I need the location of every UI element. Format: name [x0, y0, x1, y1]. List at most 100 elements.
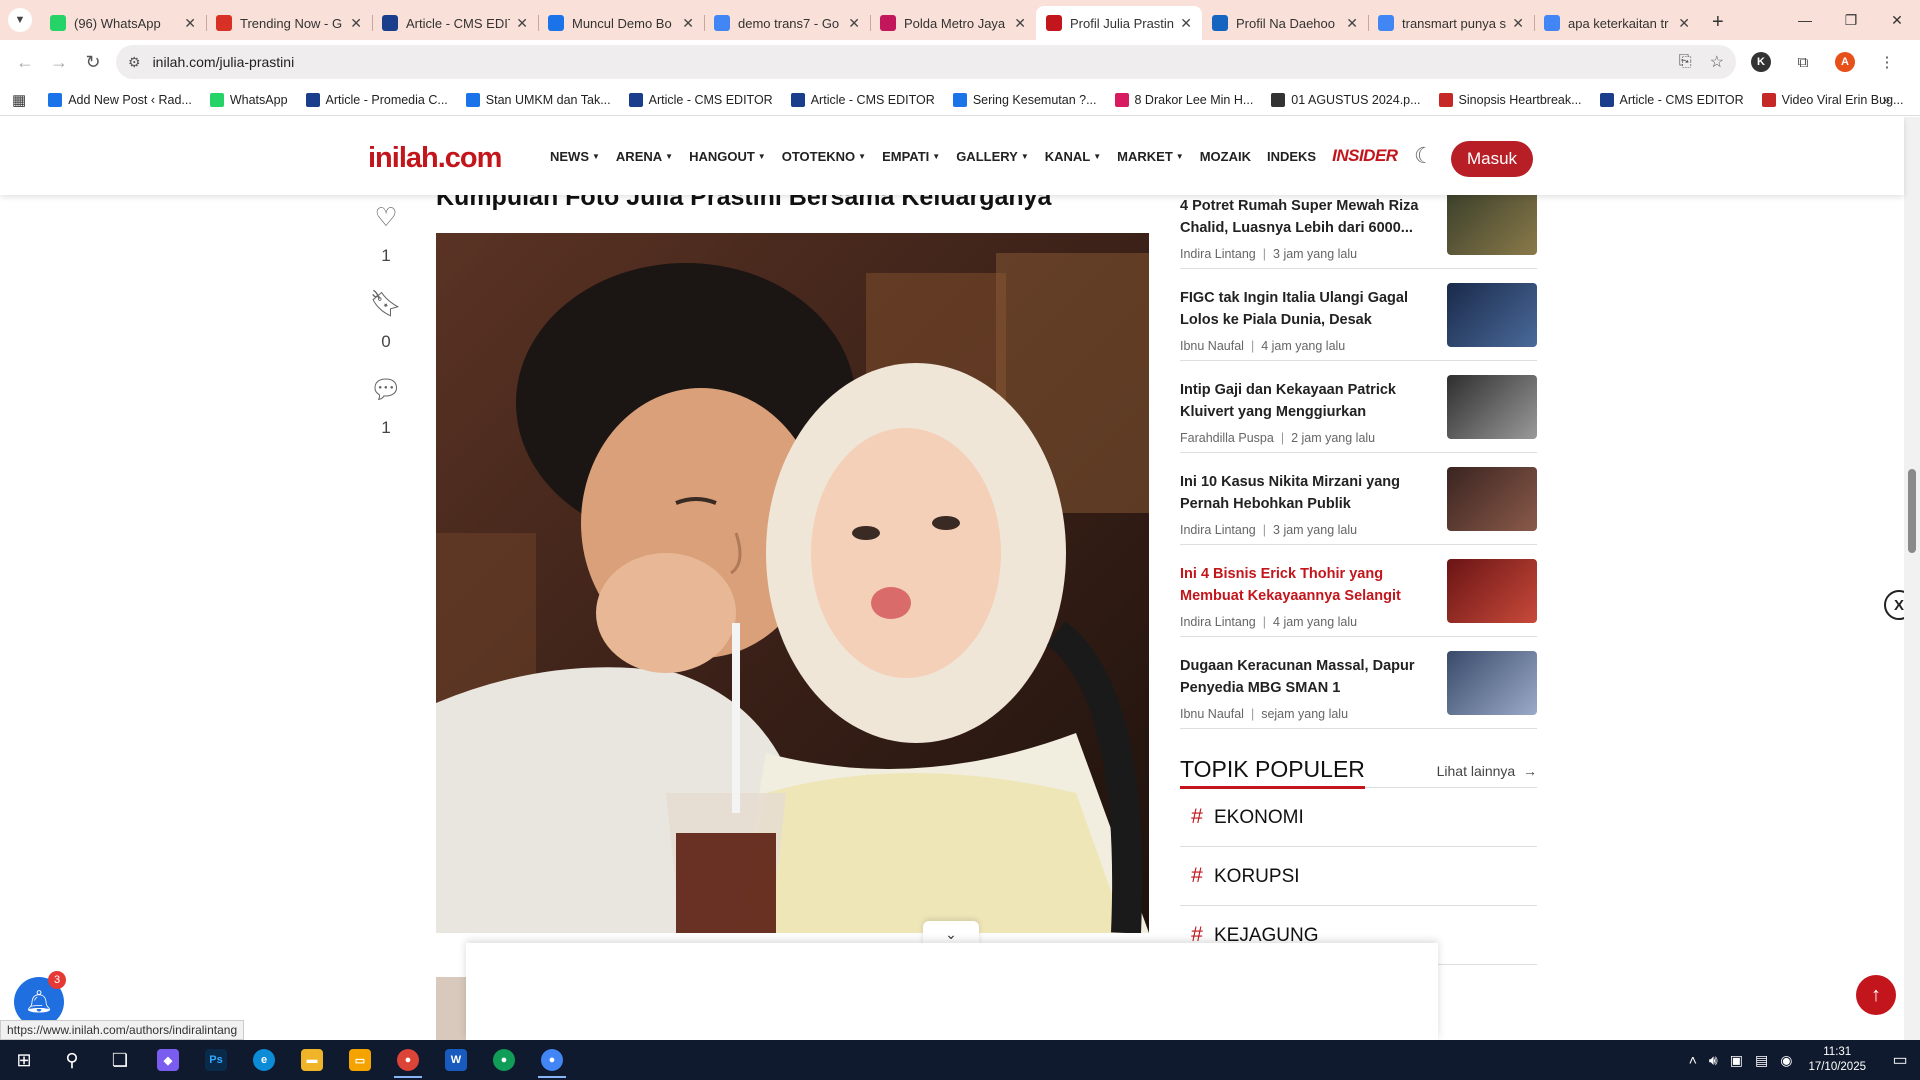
- tab-8[interactable]: transmart punya s ✕: [1368, 6, 1534, 40]
- nav-item-arena[interactable]: ARENA ▼: [616, 149, 673, 166]
- tab-5[interactable]: Polda Metro Jaya ✕: [870, 6, 1036, 40]
- network-icon[interactable]: ▣: [1730, 1052, 1743, 1069]
- tab-close-icon[interactable]: ✕: [848, 15, 860, 32]
- tab-close-icon[interactable]: ✕: [1346, 15, 1358, 32]
- apps-icon[interactable]: ▦: [12, 91, 26, 109]
- tab-close-icon[interactable]: ✕: [184, 15, 196, 32]
- volume-icon[interactable]: 🔊︎: [1709, 1052, 1718, 1069]
- news-author-link[interactable]: Ibnu Naufal: [1180, 707, 1244, 721]
- bookmark-item[interactable]: Article - Promedia C...: [305, 92, 448, 107]
- news-author-link[interactable]: Indira Lintang: [1180, 523, 1256, 537]
- tab-3[interactable]: Muncul Demo Bo ✕: [538, 6, 704, 40]
- sidebar-news-item[interactable]: Intip Gaji dan Kekayaan Patrick Kluivert…: [1180, 361, 1537, 453]
- bookmark-item[interactable]: Article - CMS EDITOR: [790, 92, 935, 107]
- bookmark-item[interactable]: Add New Post ‹ Rad...: [48, 92, 192, 107]
- display-icon[interactable]: ▤: [1755, 1052, 1768, 1069]
- maximize-button[interactable]: ❐: [1828, 0, 1874, 40]
- sidebar-news-item[interactable]: FIGC tak Ingin Italia Ulangi Gagal Lolos…: [1180, 269, 1537, 361]
- tab-close-icon[interactable]: ✕: [682, 15, 694, 32]
- nav-item-gallery[interactable]: GALLERY ▼: [956, 149, 1029, 166]
- bookmark-item[interactable]: Article - CMS EDITOR: [1599, 92, 1744, 107]
- news-title-link[interactable]: 4 Potret Rumah Super Mewah Riza Chalid, …: [1180, 195, 1430, 239]
- scrollbar-thumb[interactable]: [1908, 469, 1916, 553]
- chrome-icon[interactable]: ●: [480, 1040, 528, 1080]
- tab-0[interactable]: (96) WhatsApp ✕: [40, 6, 206, 40]
- tab-2[interactable]: Article - CMS EDIT ✕: [372, 6, 538, 40]
- bookmark-item[interactable]: 01 AGUSTUS 2024.p...: [1271, 92, 1421, 107]
- bookmarks-overflow-icon[interactable]: »: [1882, 91, 1890, 107]
- news-author-link[interactable]: Indira Lintang: [1180, 615, 1256, 629]
- tab-close-icon[interactable]: ✕: [1512, 15, 1524, 32]
- reload-button[interactable]: ↻: [76, 45, 110, 79]
- topic-item[interactable]: # KORUPSI: [1180, 847, 1537, 906]
- news-thumbnail[interactable]: [1447, 559, 1537, 623]
- profile-avatar[interactable]: A: [1828, 45, 1862, 79]
- news-title-link[interactable]: FIGC tak Ingin Italia Ulangi Gagal Lolos…: [1180, 287, 1430, 331]
- new-tab-button[interactable]: +: [1712, 11, 1724, 34]
- security-icon[interactable]: ◉: [1780, 1052, 1792, 1069]
- extension-k[interactable]: K: [1744, 45, 1778, 79]
- tab-7[interactable]: Profil Na Daehoo ✕: [1202, 6, 1368, 40]
- tab-4[interactable]: demo trans7 - Go ✕: [704, 6, 870, 40]
- bookmark-item[interactable]: Sering Kesemutan ?...: [952, 92, 1097, 107]
- back-to-top-button[interactable]: ↑: [1856, 975, 1896, 1015]
- file-explorer-icon[interactable]: ▬: [288, 1040, 336, 1080]
- tray-chevron-icon[interactable]: ˄: [1689, 1052, 1697, 1068]
- tab-1[interactable]: Trending Now - G ✕: [206, 6, 372, 40]
- photoshop-icon[interactable]: Ps: [192, 1040, 240, 1080]
- dark-mode-icon[interactable]: ☾: [1414, 143, 1434, 169]
- page-scrollbar[interactable]: [1904, 117, 1920, 1040]
- word-icon[interactable]: W: [432, 1040, 480, 1080]
- news-title-link[interactable]: Ini 4 Bisnis Erick Thohir yang Membuat K…: [1180, 563, 1430, 607]
- sidebar-news-item[interactable]: Ini 10 Kasus Nikita Mirzani yang Pernah …: [1180, 453, 1537, 545]
- address-bar[interactable]: ⚙ inilah.com/julia-prastini ⎘ ☆: [116, 45, 1736, 79]
- news-title-link[interactable]: Ini 10 Kasus Nikita Mirzani yang Pernah …: [1180, 471, 1430, 515]
- news-author-link[interactable]: Ibnu Naufal: [1180, 339, 1244, 353]
- task-view-icon[interactable]: ❏: [96, 1040, 144, 1080]
- news-thumbnail[interactable]: [1447, 651, 1537, 715]
- tab-close-icon[interactable]: ✕: [1678, 15, 1690, 32]
- news-author-link[interactable]: Indira Lintang: [1180, 247, 1256, 261]
- nav-item-indeks[interactable]: INDEKS: [1267, 149, 1316, 166]
- bookmark-item[interactable]: 8 Drakor Lee Min H...: [1114, 92, 1253, 107]
- nav-item-ototekno[interactable]: OTOTEKNO ▼: [782, 149, 866, 166]
- tab-close-icon[interactable]: ✕: [1014, 15, 1026, 32]
- tab-close-icon[interactable]: ✕: [516, 15, 528, 32]
- tab-search-button[interactable]: ▼: [8, 8, 32, 32]
- search-icon[interactable]: ⚲: [48, 1040, 96, 1080]
- login-button[interactable]: Masuk: [1451, 141, 1533, 177]
- chrome-alt-icon[interactable]: ●: [528, 1040, 576, 1080]
- copilot-icon[interactable]: ◆: [144, 1040, 192, 1080]
- like-icon[interactable]: ♡: [360, 202, 412, 232]
- news-thumbnail[interactable]: [1447, 375, 1537, 439]
- slides-icon[interactable]: ▭: [336, 1040, 384, 1080]
- close-window-button[interactable]: ✕: [1874, 0, 1920, 40]
- taskbar-clock[interactable]: 11:31 17/10/2025: [1808, 1045, 1866, 1075]
- chrome-menu-icon[interactable]: ⋮: [1870, 45, 1904, 79]
- nav-item-news[interactable]: NEWS ▼: [550, 149, 600, 166]
- nav-item-empati[interactable]: EMPATI ▼: [882, 149, 940, 166]
- news-title-link[interactable]: Intip Gaji dan Kekayaan Patrick Kluivert…: [1180, 379, 1430, 423]
- news-thumbnail[interactable]: [1447, 283, 1537, 347]
- site-logo[interactable]: inilah.com: [368, 142, 502, 175]
- tab-6[interactable]: Profil Julia Prastin ✕: [1036, 6, 1202, 40]
- nav-item-hangout[interactable]: HANGOUT ▼: [689, 149, 766, 166]
- bookmark-item[interactable]: Sinopsis Heartbreak...: [1438, 92, 1582, 107]
- bookmark-icon[interactable]: 🔖︎: [360, 288, 412, 318]
- site-info-icon[interactable]: ⚙: [128, 54, 141, 71]
- minimize-button[interactable]: —: [1782, 0, 1828, 40]
- news-thumbnail[interactable]: [1447, 467, 1537, 531]
- bookmark-item[interactable]: WhatsApp: [209, 92, 288, 107]
- nav-item-kanal[interactable]: KANAL ▼: [1045, 149, 1101, 166]
- nav-item-market[interactable]: MARKET ▼: [1117, 149, 1184, 166]
- forward-button[interactable]: →: [42, 45, 76, 79]
- start-button[interactable]: ⊞: [0, 1040, 48, 1080]
- sidebar-news-item[interactable]: Dugaan Keracunan Massal, Dapur Penyedia …: [1180, 637, 1537, 729]
- tab-9[interactable]: apa keterkaitan tr ✕: [1534, 6, 1700, 40]
- chrome-profile-icon[interactable]: ●: [384, 1040, 432, 1080]
- bookmark-star-icon[interactable]: ☆: [1710, 52, 1724, 72]
- topik-more-link[interactable]: Lihat lainnya →: [1437, 763, 1537, 787]
- tab-close-icon[interactable]: ✕: [1180, 15, 1192, 32]
- install-icon[interactable]: ⎘: [1679, 53, 1692, 71]
- edge-icon[interactable]: e: [240, 1040, 288, 1080]
